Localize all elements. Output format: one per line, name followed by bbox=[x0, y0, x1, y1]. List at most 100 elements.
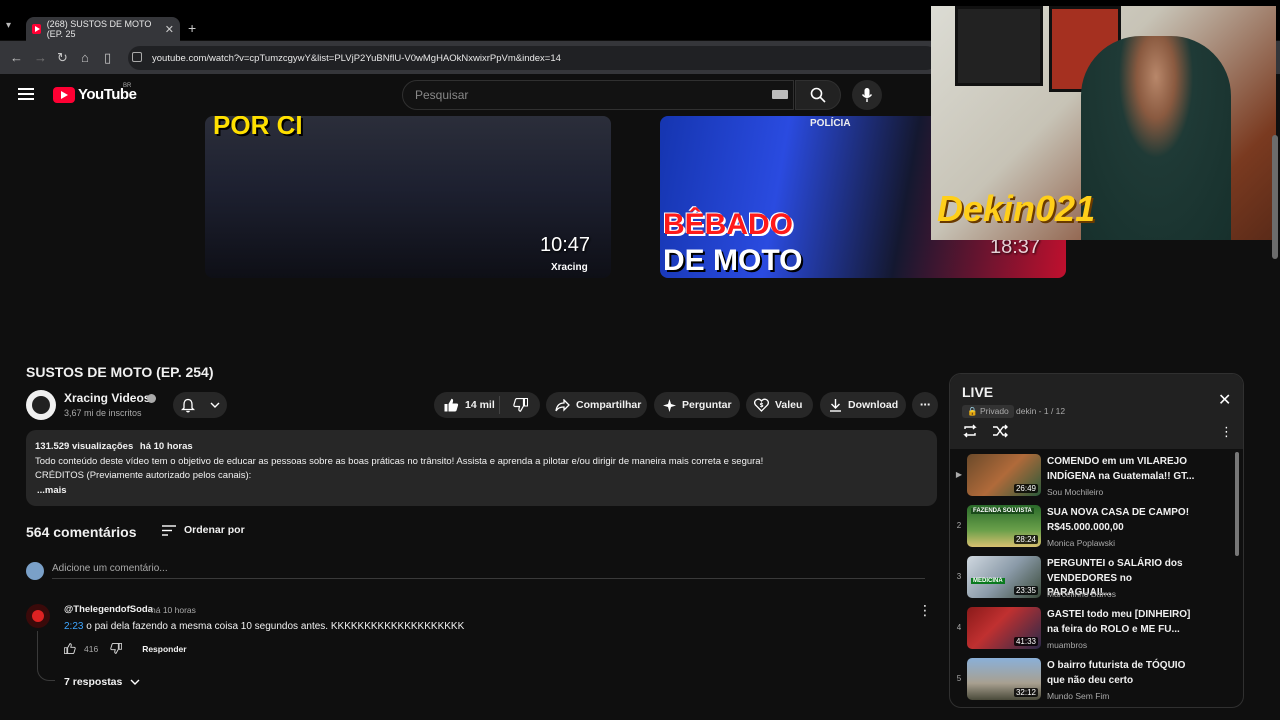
voice-search-button[interactable] bbox=[852, 80, 882, 110]
comments-count: 564 comentários bbox=[26, 524, 137, 540]
loop-icon[interactable] bbox=[962, 424, 978, 441]
playlist-item[interactable]: 4 41:33 GASTEI todo meu [DINHEIRO] na fe… bbox=[950, 605, 1240, 655]
privacy-label: Privado bbox=[979, 406, 1009, 416]
playlist-scrollbar[interactable] bbox=[1235, 452, 1239, 556]
comment-menu-icon[interactable]: ⋮ bbox=[918, 602, 932, 619]
verified-badge-icon bbox=[147, 394, 156, 403]
address-bar[interactable]: youtube.com/watch?v=cpTumzcgywY&list=PLV… bbox=[128, 46, 938, 70]
sort-icon bbox=[162, 524, 176, 536]
playlist-item-thumbnail: 32:12 bbox=[967, 658, 1041, 700]
playlist-title[interactable]: LIVE bbox=[962, 384, 993, 400]
playlist-item-index: 2 bbox=[956, 521, 962, 530]
thumbs-down-icon[interactable] bbox=[110, 643, 123, 654]
share-button[interactable]: Compartilhar bbox=[546, 392, 647, 418]
home-icon[interactable]: ⌂ bbox=[81, 50, 89, 65]
search-button[interactable] bbox=[795, 80, 841, 110]
reload-icon[interactable]: ↻ bbox=[57, 50, 68, 66]
search-input[interactable]: Pesquisar bbox=[402, 80, 794, 110]
playlist-item-title: COMENDO em um VILAREJO INDÍGENA na Guate… bbox=[1047, 456, 1195, 482]
comment-author-avatar[interactable] bbox=[26, 604, 50, 628]
user-avatar bbox=[26, 562, 44, 580]
thumbs-up-icon bbox=[444, 398, 459, 412]
site-info-icon[interactable] bbox=[132, 52, 142, 62]
forward-arrow-icon[interactable]: → bbox=[34, 50, 47, 65]
more-actions-button[interactable]: ⋯ bbox=[912, 392, 938, 418]
description-more-link[interactable]: ...mais bbox=[37, 484, 928, 499]
channel-name[interactable]: Xracing Videos bbox=[64, 391, 150, 405]
playlist-item[interactable]: 5 32:12 O bairro futurista de TÓQUIO que… bbox=[950, 656, 1240, 706]
comment-timestamp-link[interactable]: 2:23 bbox=[64, 621, 83, 632]
like-button[interactable]: 14 mil bbox=[434, 396, 500, 414]
notification-bell-button[interactable] bbox=[173, 392, 227, 418]
keyboard-icon[interactable] bbox=[772, 90, 788, 99]
chevron-down-icon bbox=[210, 402, 219, 408]
add-comment-input[interactable]: Adicione um comentário... bbox=[52, 563, 925, 579]
playlist-item-duration: 32:12 bbox=[1013, 688, 1038, 697]
shuffle-icon[interactable] bbox=[992, 424, 1008, 441]
svg-text:$: $ bbox=[760, 402, 764, 409]
chevron-down-icon bbox=[130, 679, 140, 685]
bell-icon bbox=[180, 398, 195, 412]
new-tab-plus-icon[interactable]: + bbox=[188, 20, 196, 36]
show-replies-button[interactable]: 7 respostas bbox=[64, 676, 140, 688]
sort-comments-button[interactable]: Ordenar por bbox=[162, 524, 245, 536]
more-horizontal-icon: ⋯ bbox=[919, 399, 931, 411]
playlist-item-duration: 41:33 bbox=[1013, 637, 1038, 646]
comment-body: o pai dela fazendo a mesma coisa 10 segu… bbox=[83, 621, 465, 632]
heart-dollar-icon: $ bbox=[754, 398, 769, 412]
thumbnail-label: MEDICINA bbox=[971, 578, 1005, 584]
add-comment-placeholder: Adicione um comentário... bbox=[52, 563, 168, 574]
video-title: SUSTOS DE MOTO (EP. 254) bbox=[26, 364, 214, 380]
hamburger-menu-icon[interactable] bbox=[18, 88, 34, 100]
recommended-video-thumbnail[interactable]: POR CI 10:47 Xracing bbox=[205, 116, 611, 278]
thumbnail-title-line1: BÊBADO bbox=[663, 208, 794, 241]
search-icon bbox=[810, 87, 826, 103]
playlist-item-title: GASTEI todo meu [DINHEIRO] na feira do R… bbox=[1047, 609, 1191, 635]
back-arrow-icon[interactable]: ← bbox=[10, 50, 23, 65]
playlist-item-title: SUA NOVA CASA DE CAMPO! R$45.000.000,00 bbox=[1047, 507, 1190, 533]
playlist-header: LIVE ✕ 🔒 Privado dekin - 1 / 12 ⋮ bbox=[950, 374, 1243, 449]
comment-actions: 416 Responder bbox=[64, 643, 187, 654]
split-view-icon[interactable]: ▯ bbox=[104, 50, 111, 66]
download-button[interactable]: Download bbox=[820, 392, 906, 418]
playlist-item-thumbnail: MEDICINA 23:35 bbox=[967, 556, 1041, 598]
thumbnail-brand: Xracing bbox=[551, 262, 588, 273]
browser-tab-active[interactable]: (268) SUSTOS DE MOTO (EP. 25 ✕ bbox=[26, 17, 180, 41]
playlist-item-thumbnail: FAZENDA SOLVISTA 28:24 bbox=[967, 505, 1041, 547]
streamer-webcam-overlay: Dekin021 bbox=[931, 6, 1276, 240]
playlist-panel: LIVE ✕ 🔒 Privado dekin - 1 / 12 ⋮ ▶ 26:4… bbox=[949, 373, 1244, 708]
youtube-favicon-icon bbox=[32, 24, 41, 34]
page-scrollbar[interactable] bbox=[1272, 135, 1278, 259]
thumbs-up-icon[interactable] bbox=[64, 643, 76, 654]
playlist-item[interactable]: ▶ 26:49 COMENDO em um VILAREJO INDÍGENA … bbox=[950, 452, 1240, 502]
playlist-meta[interactable]: dekin - 1 / 12 bbox=[1016, 406, 1065, 416]
wall-frame bbox=[955, 6, 1043, 86]
tab-close-icon[interactable]: ✕ bbox=[165, 23, 174, 36]
comment-author[interactable]: @ThelegendofSoda bbox=[64, 604, 153, 615]
thanks-button[interactable]: $ Valeu bbox=[746, 392, 813, 418]
comment-like-count: 416 bbox=[84, 643, 99, 654]
ask-label: Perguntar bbox=[682, 399, 732, 411]
tab-search-chevron-icon[interactable]: ▾ bbox=[6, 20, 22, 38]
video-description[interactable]: 131.529 visualizações há 10 horas Todo c… bbox=[26, 430, 937, 506]
playlist-item-channel: muambros bbox=[1047, 640, 1088, 650]
comment-text: 2:23 o pai dela fazendo a mesma coisa 10… bbox=[64, 621, 464, 632]
playlist-item-index: 4 bbox=[956, 623, 962, 632]
sort-label: Ordenar por bbox=[184, 524, 245, 536]
channel-avatar[interactable] bbox=[26, 390, 56, 420]
thumbnail-title-text: POR CI bbox=[213, 116, 303, 140]
country-code: BR bbox=[123, 83, 132, 89]
playlist-item[interactable]: 2 FAZENDA SOLVISTA 28:24 SUA NOVA CASA D… bbox=[950, 503, 1240, 553]
microphone-icon bbox=[861, 88, 873, 102]
playlist-item-duration: 26:49 bbox=[1013, 484, 1038, 493]
dislike-button[interactable] bbox=[500, 398, 540, 412]
comment-time[interactable]: há 10 horas bbox=[151, 605, 196, 615]
ask-button[interactable]: Perguntar bbox=[654, 392, 740, 418]
close-icon[interactable]: ✕ bbox=[1218, 390, 1231, 410]
reply-button[interactable]: Responder bbox=[142, 644, 186, 654]
playlist-item[interactable]: 3 MEDICINA 23:35 PERGUNTEI o SALÁRIO dos… bbox=[950, 554, 1240, 604]
playlist-item-title: O bairro futurista de TÓQUIO que não deu… bbox=[1047, 660, 1186, 686]
playlist-menu-icon[interactable]: ⋮ bbox=[1220, 424, 1233, 440]
playlist-item-duration: 23:35 bbox=[1013, 586, 1038, 595]
playlist-item-thumbnail: 26:49 bbox=[967, 454, 1041, 496]
